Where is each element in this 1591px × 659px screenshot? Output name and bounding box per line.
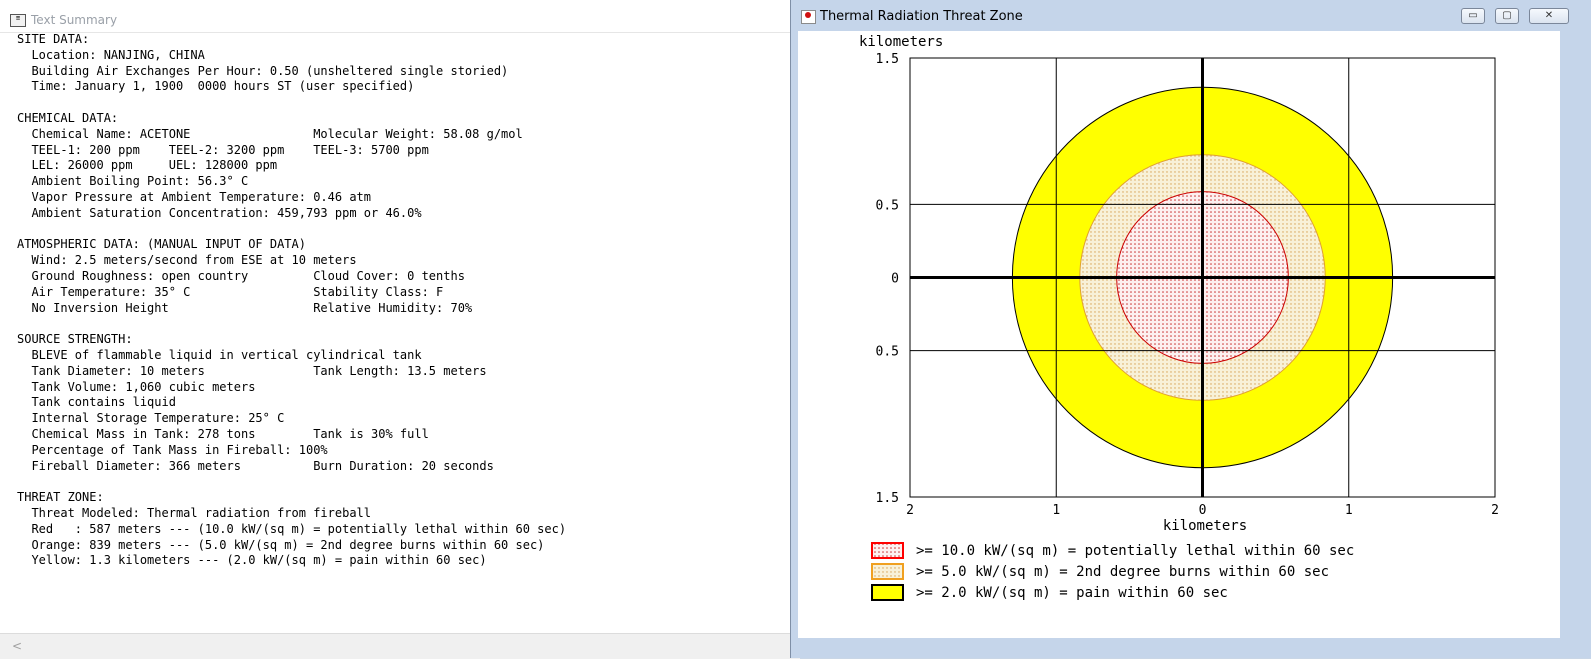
scroll-left-arrow-icon[interactable]: <	[12, 639, 22, 653]
x-axis-label: kilometers	[1163, 518, 1247, 534]
summary-line: Fireball Diameter: 366 meters Burn Durat…	[17, 458, 494, 473]
x-tick-label: 1	[1345, 503, 1353, 518]
summary-line: THREAT ZONE:	[17, 490, 104, 505]
threat-zone-icon	[801, 10, 816, 24]
summary-line	[17, 316, 787, 332]
y-tick-label: 0.5	[876, 198, 899, 213]
notepad-icon: ≡	[10, 14, 26, 27]
summary-line: CHEMICAL DATA:	[17, 110, 119, 125]
threat-zone-title: Thermal Radiation Threat Zone	[820, 9, 1023, 24]
y-tick-label: 1.5	[876, 491, 899, 506]
summary-line: Tank Volume: 1,060 cubic meters	[17, 379, 256, 394]
minimize-button[interactable]: ▭	[1461, 8, 1485, 24]
summary-line: ATMOSPHERIC DATA: (MANUAL INPUT OF DATA)	[17, 237, 306, 252]
legend-swatch	[871, 563, 904, 580]
legend-label: >= 10.0 kW/(sq m) = potentially lethal w…	[916, 543, 1354, 559]
summary-line: Chemical Mass in Tank: 278 tons Tank is …	[17, 426, 429, 441]
y-axis-label: kilometers	[859, 34, 943, 50]
summary-line: Tank contains liquid	[17, 395, 176, 410]
summary-line	[17, 222, 787, 238]
summary-line: Orange: 839 meters --- (5.0 kW/(sq m) = …	[17, 537, 545, 552]
summary-line: LEL: 26000 ppm UEL: 128000 ppm	[17, 158, 278, 173]
summary-line: Red : 587 meters --- (10.0 kW/(sq m) = p…	[17, 521, 567, 536]
legend-swatch	[871, 584, 904, 601]
maximize-button[interactable]: ▢	[1495, 8, 1519, 24]
x-tick-label: 2	[906, 503, 914, 518]
summary-line: Ambient Boiling Point: 56.3° C	[17, 174, 249, 189]
y-tick-label: 0.5	[876, 345, 899, 360]
summary-line: Chemical Name: ACETONE Molecular Weight:…	[17, 126, 523, 141]
summary-line: Percentage of Tank Mass in Fireball: 100…	[17, 442, 328, 457]
threat-zone-chart: 2 1 0 1 2 1.5 0.5 0 0.5 1.5 kilometers kilometers…	[859, 34, 1499, 601]
summary-line: Threat Modeled: Thermal radiation from f…	[17, 505, 372, 520]
summary-text-area[interactable]: SITE DATA: Location: NANJING, CHINA Buil…	[17, 32, 787, 632]
summary-line: Yellow: 1.3 kilometers --- (2.0 kW/(sq m…	[17, 553, 487, 568]
summary-line: TEEL-1: 200 ppm TEEL-2: 3200 ppm TEEL-3:…	[17, 142, 429, 157]
horizontal-scrollbar[interactable]: <	[0, 633, 800, 659]
x-tick-label: 1	[1052, 503, 1060, 518]
summary-line: No Inversion Height Relative Humidity: 7…	[17, 300, 473, 315]
summary-line: Internal Storage Temperature: 25° C	[17, 411, 285, 426]
summary-line: Building Air Exchanges Per Hour: 0.50 (u…	[17, 63, 509, 78]
legend-swatch	[871, 542, 904, 559]
text-summary-window: ≡ Text Summary SITE DATA: Location: NANJ…	[0, 0, 801, 659]
close-button[interactable]: ✕	[1529, 8, 1569, 24]
summary-line: Air Temperature: 35° C Stability Class: …	[17, 284, 444, 299]
y-tick-label: 0	[891, 272, 899, 287]
summary-line: SITE DATA:	[17, 32, 90, 46]
summary-line: Tank Diameter: 10 meters Tank Length: 13…	[17, 363, 487, 378]
summary-line: SOURCE STRENGTH:	[17, 332, 133, 347]
text-summary-titlebar[interactable]: ≡ Text Summary	[0, 0, 800, 33]
x-tick-label: 2	[1491, 503, 1499, 518]
legend-label: >= 5.0 kW/(sq m) = 2nd degree burns with…	[916, 564, 1329, 580]
legend-label: >= 2.0 kW/(sq m) = pain within 60 sec	[916, 585, 1228, 601]
summary-line: Ambient Saturation Concentration: 459,79…	[17, 205, 422, 220]
threat-zone-plot-area: 2 1 0 1 2 1.5 0.5 0 0.5 1.5 kilometers kilometers…	[798, 31, 1560, 638]
y-tick-label: 1.5	[876, 52, 899, 67]
summary-line: Vapor Pressure at Ambient Temperature: 0…	[17, 189, 372, 204]
threat-zone-titlebar[interactable]: Thermal Radiation Threat Zone ▭ ▢ ✕	[791, 0, 1591, 32]
summary-line: Time: January 1, 1900 0000 hours ST (use…	[17, 79, 415, 94]
threat-zone-window: Thermal Radiation Threat Zone ▭ ▢ ✕ 2 1 0 1…	[790, 0, 1591, 658]
summary-line: Location: NANJING, CHINA	[17, 47, 205, 62]
x-tick-label: 0	[1199, 503, 1207, 518]
summary-line	[17, 474, 787, 490]
summary-line	[17, 95, 787, 111]
summary-line: BLEVE of flammable liquid in vertical cy…	[17, 347, 422, 362]
summary-line: Wind: 2.5 meters/second from ESE at 10 m…	[17, 253, 357, 268]
summary-line: Ground Roughness: open country Cloud Cov…	[17, 268, 465, 283]
text-summary-title: Text Summary	[31, 13, 118, 27]
